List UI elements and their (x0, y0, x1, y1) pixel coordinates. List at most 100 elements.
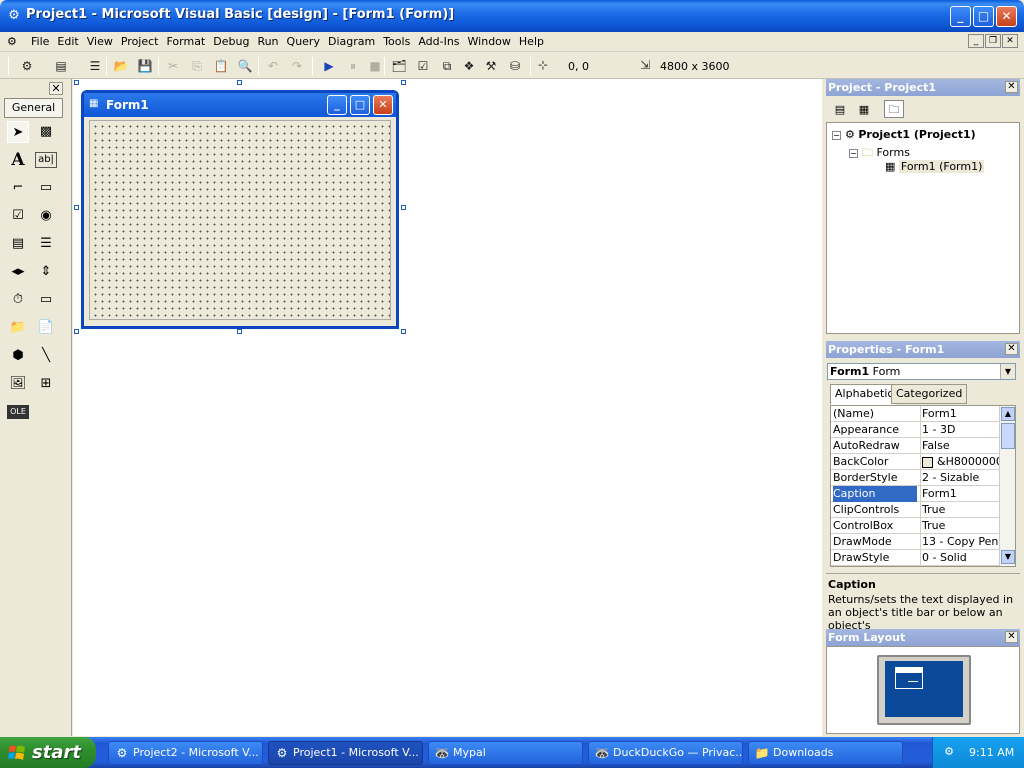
property-value[interactable]: True (920, 502, 999, 518)
mdi-close-button[interactable]: ✕ (1002, 34, 1018, 48)
toolbox-tab-general[interactable]: General (4, 98, 63, 118)
close-button[interactable]: ✕ (996, 6, 1017, 27)
menu-item-query[interactable]: Query (283, 35, 324, 48)
resize-handle-ne[interactable] (401, 80, 406, 85)
form-maximize-button[interactable]: □ (350, 95, 370, 115)
property-value[interactable]: True (920, 518, 999, 534)
add-project-icon[interactable]: ⚙ (18, 57, 36, 75)
mdi-form-icon[interactable]: ⚙ (7, 35, 17, 48)
scroll-thumb[interactable] (1001, 423, 1015, 449)
ole-icon[interactable]: OLE (7, 405, 29, 419)
frame-icon[interactable]: ⌐ (7, 177, 29, 199)
menu-editor-icon[interactable]: ☰ (86, 57, 104, 75)
menu-item-window[interactable]: Window (464, 35, 515, 48)
form-designer-window[interactable]: ▦ Form1 _ □ ✕ (81, 90, 399, 329)
data-icon[interactable]: ⊞ (35, 373, 57, 395)
end-icon[interactable]: ■ (366, 57, 384, 75)
property-value[interactable]: 1 - 3D (920, 422, 999, 438)
property-value[interactable]: 2 - Sizable (920, 470, 999, 486)
properties-window-icon[interactable]: ☑ (414, 57, 432, 75)
property-scrollbar[interactable]: ▲ ▼ (999, 406, 1015, 566)
toolbox-icon[interactable]: ⚒ (482, 57, 500, 75)
start-button[interactable]: start (0, 737, 96, 768)
tree-node-form1[interactable]: ▦ Form1 (Form1) (885, 160, 985, 173)
listbox-icon[interactable]: ☰ (35, 233, 57, 255)
timer-icon[interactable]: ⏱ (7, 289, 29, 311)
object-browser-icon[interactable]: ❖ (460, 57, 478, 75)
paste-icon[interactable]: 📋 (212, 57, 230, 75)
break-icon[interactable]: ⏸ (344, 57, 362, 75)
scroll-up-icon[interactable]: ▲ (1001, 407, 1015, 421)
pointer-icon[interactable]: ➤ (7, 121, 29, 143)
menu-item-view[interactable]: View (83, 35, 117, 48)
property-row[interactable]: DrawStyle 0 - Solid (831, 550, 999, 566)
cut-icon[interactable]: ✂ (164, 57, 182, 75)
project-panel-title[interactable]: Project - Project1 ✕ (826, 79, 1020, 96)
menu-item-run[interactable]: Run (253, 35, 282, 48)
property-row[interactable]: DrawMode 13 - Copy Pen (831, 534, 999, 550)
form-close-button[interactable]: ✕ (373, 95, 393, 115)
maximize-button[interactable]: □ (973, 6, 994, 27)
form-title-bar[interactable]: ▦ Form1 _ □ ✕ (84, 93, 396, 117)
checkbox-icon[interactable]: ☑ (7, 205, 29, 227)
copy-icon[interactable]: ⎘ (188, 57, 206, 75)
taskbar-button[interactable]: 🦝 DuckDuckGo — Privac... (588, 741, 743, 765)
property-value[interactable]: Form1 (920, 406, 999, 422)
menu-item-project[interactable]: Project (117, 35, 163, 48)
picturebox-icon[interactable]: ▩ (35, 121, 57, 143)
minimize-button[interactable]: _ (950, 6, 971, 27)
form-layout-icon[interactable]: ⧉ (438, 57, 456, 75)
taskbar-button[interactable]: 🦝 Mypal (428, 741, 583, 765)
property-value[interactable]: False (920, 438, 999, 454)
menu-item-help[interactable]: Help (515, 35, 548, 48)
add-form-icon[interactable]: ▤ (52, 57, 70, 75)
toggle-folders-icon[interactable]: 🗀 (884, 100, 904, 118)
form-design-grid[interactable] (89, 120, 391, 320)
filelistbox-icon[interactable]: 📄 (35, 317, 57, 339)
resize-handle-se[interactable] (401, 329, 406, 334)
property-row[interactable]: (Name) Form1 (831, 406, 999, 422)
image-icon[interactable]: 🖼 (7, 373, 29, 395)
scroll-down-icon[interactable]: ▼ (1001, 550, 1015, 564)
chevron-down-icon[interactable]: ▼ (1000, 364, 1015, 379)
property-row[interactable]: ClipControls True (831, 502, 999, 518)
taskbar-button[interactable]: 📁 Downloads (748, 741, 903, 765)
resize-handle-s[interactable] (237, 329, 242, 334)
collapse-icon[interactable]: − (849, 148, 858, 158)
menu-item-addins[interactable]: Add-Ins (414, 35, 463, 48)
resize-handle-n[interactable] (237, 80, 242, 85)
project-explorer-icon[interactable]: 🗂 (390, 57, 408, 75)
menu-item-format[interactable]: Format (162, 35, 209, 48)
title-bar[interactable]: ⚙ Project1 - Microsoft Visual Basic [des… (0, 0, 1024, 32)
data-view-icon[interactable]: ⛁ (506, 57, 524, 75)
redo-icon[interactable]: ↷ (288, 57, 306, 75)
property-value[interactable]: Form1 (920, 486, 999, 502)
textbox-icon[interactable]: ab| (35, 152, 57, 168)
start-icon[interactable]: ▶ (320, 57, 338, 75)
commandbutton-icon[interactable]: ▭ (35, 177, 57, 199)
property-value[interactable]: &H8000000F (920, 454, 999, 470)
menu-item-diagram[interactable]: Diagram (324, 35, 379, 48)
menu-item-tools[interactable]: Tools (379, 35, 414, 48)
menu-item-debug[interactable]: Debug (209, 35, 253, 48)
design-workspace[interactable]: ▦ Form1 _ □ ✕ (73, 79, 822, 736)
property-row[interactable]: Appearance 1 - 3D (831, 422, 999, 438)
form-minimize-button[interactable]: _ (327, 95, 347, 115)
hscrollbar-icon[interactable]: ◂▸ (7, 261, 29, 283)
open-icon[interactable]: 📂 (112, 57, 130, 75)
line-icon[interactable]: ╲ (35, 345, 57, 367)
properties-panel-close-button[interactable]: ✕ (1005, 343, 1018, 355)
resize-handle-w[interactable] (74, 205, 79, 210)
tray-app-icon[interactable]: ⚙ (941, 745, 957, 759)
property-value[interactable]: 0 - Solid (920, 550, 999, 566)
collapse-icon[interactable]: − (832, 130, 841, 140)
toolbox-close-button[interactable]: ✕ (49, 82, 63, 95)
optionbutton-icon[interactable]: ◉ (35, 205, 57, 227)
tab-categorized[interactable]: Categorized (891, 384, 968, 404)
property-row[interactable]: AutoRedraw False (831, 438, 999, 454)
menu-item-edit[interactable]: Edit (53, 35, 82, 48)
property-value[interactable]: 13 - Copy Pen (920, 534, 999, 550)
vb-app-icon[interactable]: ⚙ (6, 8, 22, 24)
property-row[interactable]: Caption Form1 (831, 486, 999, 502)
save-icon[interactable]: 💾 (136, 57, 154, 75)
